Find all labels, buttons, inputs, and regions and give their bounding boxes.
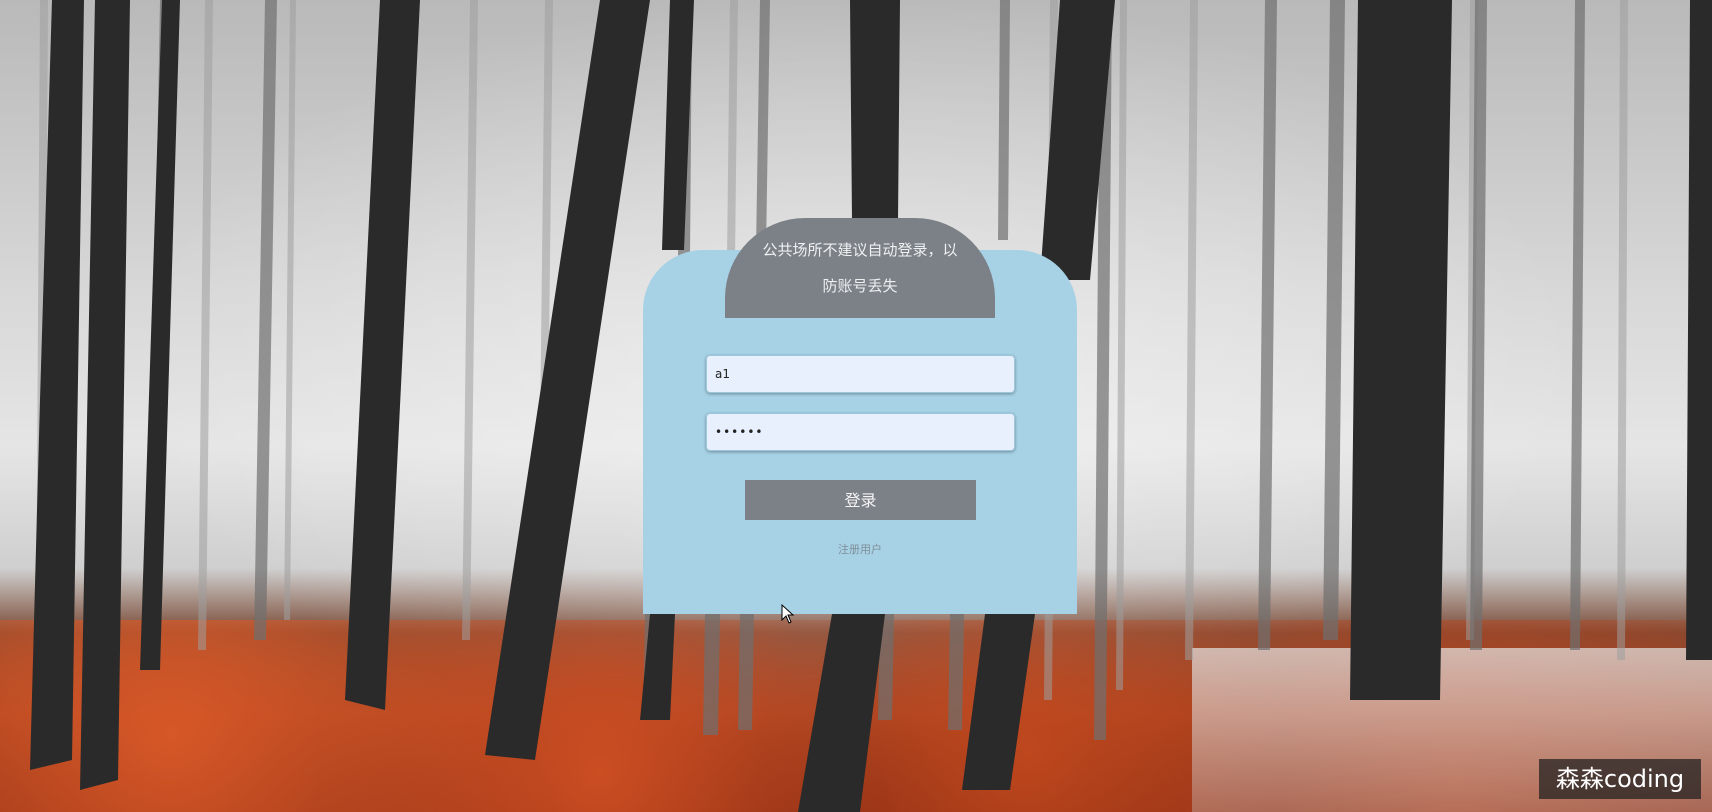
mouse-pointer-icon <box>781 604 795 624</box>
login-page: 公共场所不建议自动登录，以防账号丢失 登录 注册用户 森森coding <box>0 0 1712 812</box>
register-link[interactable]: 注册用户 <box>800 541 920 557</box>
username-input[interactable] <box>706 355 1015 393</box>
security-notice: 公共场所不建议自动登录，以防账号丢失 <box>725 218 995 318</box>
watermark: 森森coding <box>1539 759 1701 799</box>
login-button[interactable]: 登录 <box>745 480 976 520</box>
password-input[interactable] <box>706 413 1015 451</box>
security-notice-text: 公共场所不建议自动登录，以防账号丢失 <box>762 241 958 295</box>
